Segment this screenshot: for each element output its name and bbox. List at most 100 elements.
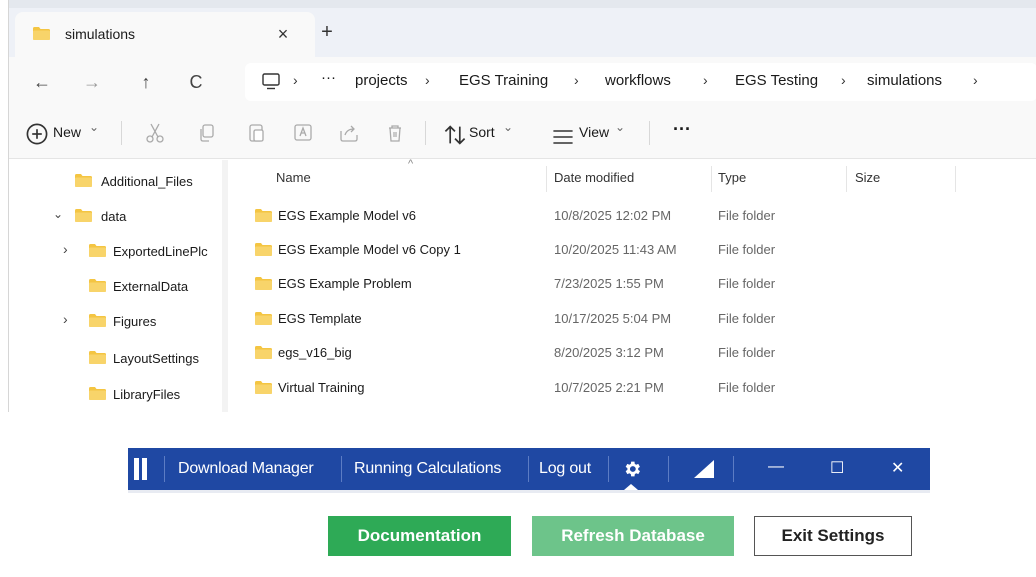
- file-row[interactable]: EGS Example Model v6 10/8/2025 12:02 PM …: [228, 198, 1036, 232]
- file-row[interactable]: egs_v16_big 8/20/2025 3:12 PM File folde…: [228, 335, 1036, 369]
- chevron-right-icon[interactable]: ›: [63, 311, 68, 327]
- tree-item-layoutsettings[interactable]: LayoutSettings: [9, 343, 219, 373]
- tree-item-exportedlineplots[interactable]: › ExportedLinePlc: [9, 236, 219, 266]
- appbar-divider: [164, 456, 165, 482]
- tab-strip: simulations × +: [9, 0, 1036, 57]
- view-lines-icon: [553, 130, 573, 144]
- back-arrow-icon[interactable]: ←: [29, 69, 55, 95]
- refresh-icon[interactable]: C: [183, 69, 209, 95]
- file-type: File folder: [718, 242, 776, 257]
- breadcrumb-separator: ›: [703, 72, 708, 88]
- file-name: egs_v16_big: [278, 345, 352, 360]
- documentation-button[interactable]: Documentation: [328, 516, 511, 556]
- tree-item-externaldata[interactable]: ExternalData: [9, 271, 219, 301]
- breadcrumb-workflows[interactable]: workflows: [605, 72, 671, 89]
- column-header-type[interactable]: Type: [718, 170, 746, 185]
- exit-settings-button[interactable]: Exit Settings: [754, 516, 912, 556]
- column-header-date[interactable]: Date modified: [554, 170, 634, 185]
- tab-simulations[interactable]: simulations ×: [15, 12, 315, 57]
- tree-item-label: Additional_Files: [101, 174, 193, 189]
- appbar-divider: [528, 456, 529, 482]
- up-arrow-icon[interactable]: ↑: [133, 69, 159, 95]
- copy-icon[interactable]: [195, 121, 219, 145]
- column-header-name[interactable]: Name: [276, 170, 311, 185]
- close-tab-icon[interactable]: ×: [271, 22, 295, 46]
- tree-item-data[interactable]: ⌄ data: [9, 201, 219, 231]
- file-date: 10/8/2025 12:02 PM: [554, 208, 672, 223]
- breadcrumb-projects[interactable]: projects: [355, 72, 408, 89]
- file-name: Virtual Training: [278, 380, 365, 395]
- chevron-down-icon: ⌄: [89, 120, 100, 134]
- breadcrumb-separator: ›: [841, 72, 846, 88]
- tree-item-label: LibraryFiles: [113, 387, 181, 402]
- tree-item-libraryfiles[interactable]: LibraryFiles: [9, 379, 219, 409]
- app-title-bar: Download Manager Running Calculations Lo…: [128, 448, 930, 493]
- file-date: 10/7/2025 2:21 PM: [554, 380, 664, 395]
- appbar-divider: [733, 456, 734, 482]
- folder-icon: [255, 209, 272, 222]
- log-out-link[interactable]: Log out: [539, 460, 591, 478]
- download-manager-link[interactable]: Download Manager: [178, 460, 314, 478]
- folder-icon: [255, 346, 272, 359]
- file-row[interactable]: EGS Example Model v6 Copy 1 10/20/2025 1…: [228, 232, 1036, 266]
- column-divider[interactable]: [711, 166, 712, 192]
- toolbar-divider: [425, 121, 426, 145]
- new-tab-button[interactable]: +: [315, 20, 339, 44]
- cut-icon[interactable]: [143, 121, 167, 145]
- sort-icon: [444, 125, 466, 145]
- tree-item-label: Figures: [113, 314, 157, 329]
- navigation-pane: Additional_Files ⌄ data › ExportedLinePl…: [9, 160, 219, 412]
- gear-icon[interactable]: [622, 459, 642, 479]
- file-name: EGS Template: [278, 311, 362, 326]
- chevron-down-icon[interactable]: ⌄: [53, 207, 63, 221]
- navigation-bar: ← → ↑ C › ··· projects › EGS Training › …: [9, 57, 1036, 107]
- column-divider[interactable]: [955, 166, 956, 192]
- breadcrumb-overflow[interactable]: ···: [321, 69, 336, 86]
- share-icon[interactable]: [337, 121, 361, 145]
- forward-arrow-icon[interactable]: →: [79, 69, 105, 95]
- close-icon[interactable]: ✕: [891, 458, 904, 478]
- new-label: New: [53, 124, 82, 140]
- breadcrumb-separator: ›: [574, 72, 579, 88]
- file-type: File folder: [718, 345, 776, 360]
- delete-icon[interactable]: [383, 121, 407, 145]
- rename-icon[interactable]: [291, 121, 315, 145]
- file-type: File folder: [718, 276, 776, 291]
- breadcrumb-separator: ›: [425, 72, 430, 88]
- file-row[interactable]: Virtual Training 10/7/2025 2:21 PM File …: [228, 370, 1036, 404]
- screen: simulations × + ← → ↑ C › ··· projects ›…: [0, 0, 1036, 577]
- file-date: 10/20/2025 11:43 AM: [554, 242, 677, 257]
- file-row[interactable]: EGS Example Problem 7/23/2025 1:55 PM Fi…: [228, 266, 1036, 300]
- file-name: EGS Example Model v6: [278, 208, 417, 223]
- running-calculations-link[interactable]: Running Calculations: [354, 460, 501, 478]
- tree-item-figures[interactable]: › Figures: [9, 306, 219, 336]
- appbar-divider: [608, 456, 609, 482]
- column-divider[interactable]: [546, 166, 547, 192]
- folder-icon: [255, 277, 272, 290]
- folder-icon: [255, 312, 272, 325]
- minimize-icon[interactable]: —: [768, 458, 784, 476]
- tree-item-additional-files[interactable]: Additional_Files: [9, 166, 219, 196]
- breadcrumb-separator: ›: [293, 72, 298, 88]
- maximize-icon[interactable]: ☐: [830, 458, 844, 478]
- breadcrumb-simulations[interactable]: simulations: [867, 72, 942, 89]
- folder-icon: [89, 387, 106, 400]
- folder-icon: [255, 381, 272, 394]
- file-date: 7/23/2025 1:55 PM: [554, 276, 664, 291]
- column-divider[interactable]: [846, 166, 847, 192]
- refresh-database-button[interactable]: Refresh Database: [532, 516, 734, 556]
- file-type: File folder: [718, 311, 776, 326]
- more-options-icon[interactable]: ···: [673, 119, 691, 143]
- breadcrumb-separator: ›: [973, 72, 978, 88]
- paste-icon[interactable]: [245, 121, 269, 145]
- file-date: 10/17/2025 5:04 PM: [554, 311, 672, 326]
- folder-icon: [33, 27, 50, 40]
- chevron-right-icon[interactable]: ›: [63, 241, 68, 257]
- file-date: 8/20/2025 3:12 PM: [554, 345, 664, 360]
- column-header-size[interactable]: Size: [855, 170, 880, 185]
- plus-circle-icon: [26, 123, 48, 145]
- file-row[interactable]: EGS Template 10/17/2025 5:04 PM File fol…: [228, 301, 1036, 335]
- breadcrumb-egs-training[interactable]: EGS Training: [459, 72, 548, 89]
- breadcrumb-egs-testing[interactable]: EGS Testing: [735, 72, 818, 89]
- address-bar[interactable]: › ··· projects › EGS Training › workflow…: [245, 63, 1036, 101]
